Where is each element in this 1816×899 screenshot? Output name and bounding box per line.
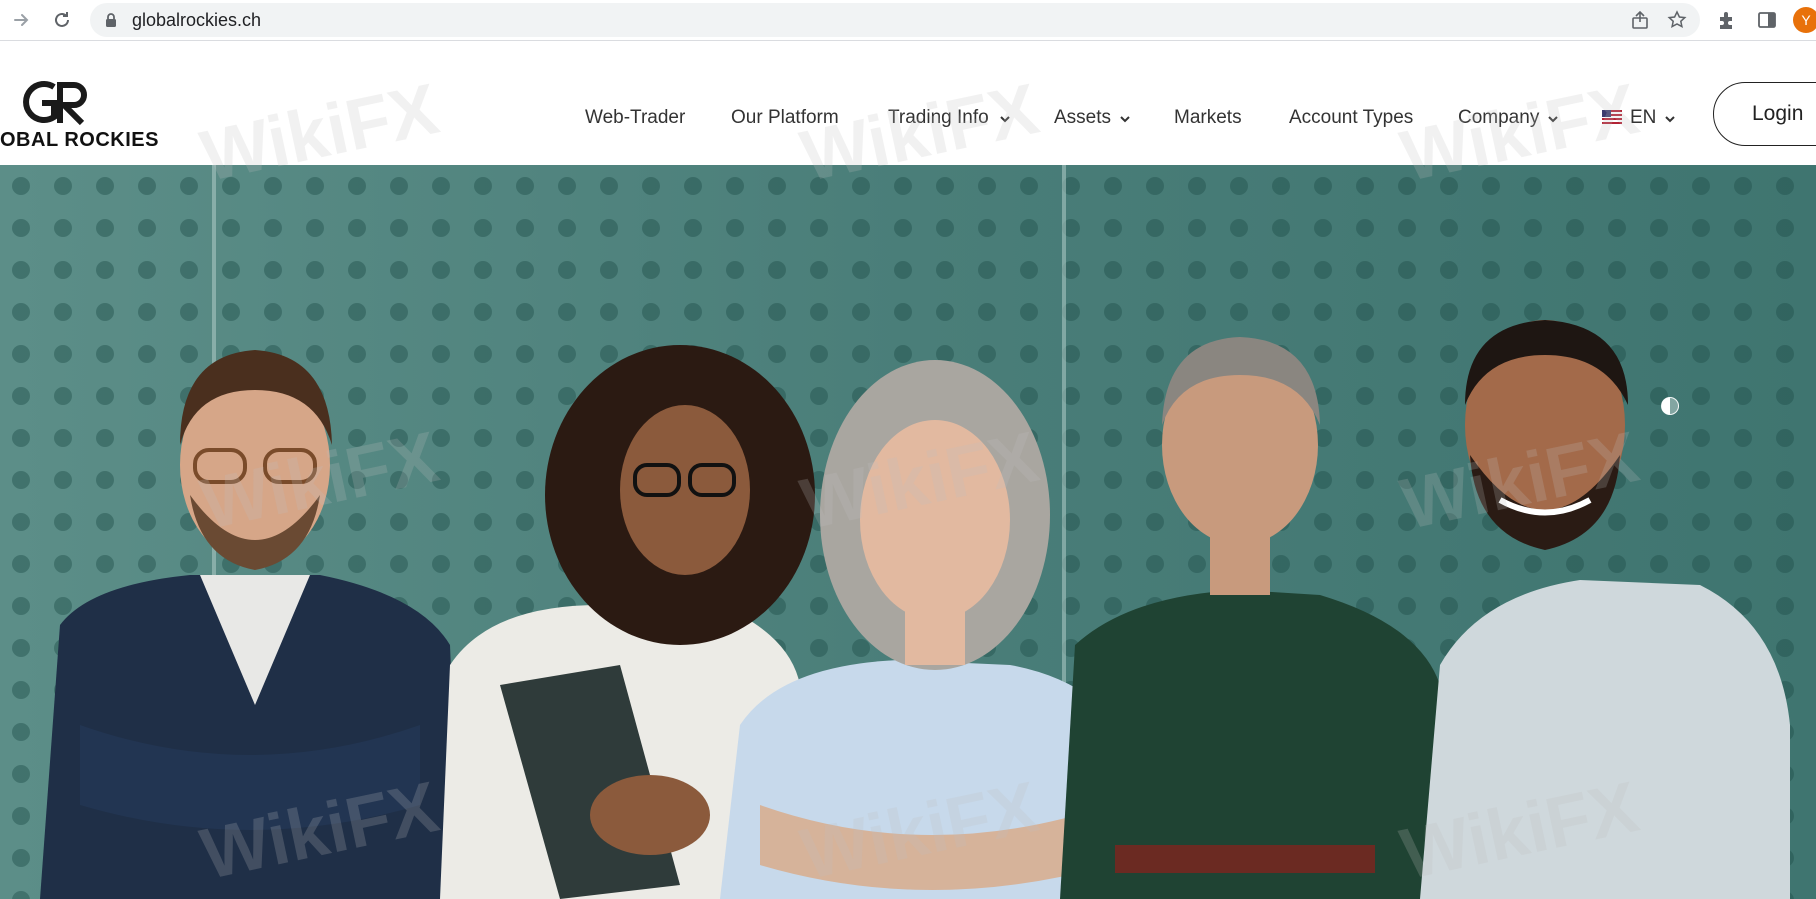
nav-account-types[interactable]: Account Types (1289, 103, 1413, 133)
reload-icon[interactable] (48, 7, 76, 33)
team-photo (0, 165, 1816, 899)
main-nav: Web-Trader Our Platform Trading Info Ass… (0, 103, 1816, 133)
chevron-down-icon[interactable] (1118, 112, 1132, 126)
chevron-down-icon[interactable] (1546, 112, 1560, 126)
chevron-down-icon[interactable] (998, 112, 1012, 126)
hero-image (0, 165, 1816, 899)
lock-icon[interactable] (104, 13, 118, 27)
language-selector[interactable]: EN (1630, 103, 1656, 133)
site-header: OBAL ROCKIES Web-Trader Our Platform Tra… (0, 41, 1816, 165)
chevron-down-icon[interactable] (1663, 112, 1677, 126)
url-text[interactable]: globalrockies.ch (132, 3, 261, 37)
browser-toolbar: globalrockies.ch Y (0, 0, 1816, 41)
address-bar[interactable]: globalrockies.ch (90, 3, 1700, 37)
nav-markets[interactable]: Markets (1174, 103, 1242, 133)
carousel-indicator[interactable] (1661, 397, 1679, 415)
bookmark-star-icon[interactable] (1667, 10, 1687, 30)
nav-our-platform[interactable]: Our Platform (731, 103, 839, 133)
nav-trading-info[interactable]: Trading Info (888, 103, 989, 133)
login-button[interactable]: Login (1713, 82, 1816, 146)
nav-web-trader[interactable]: Web-Trader (585, 103, 685, 133)
nav-company[interactable]: Company (1458, 103, 1539, 133)
extensions-icon[interactable] (1716, 9, 1738, 31)
profile-avatar[interactable]: Y (1793, 7, 1816, 33)
nav-assets[interactable]: Assets (1054, 103, 1111, 133)
share-icon[interactable] (1630, 10, 1650, 30)
side-panel-icon[interactable] (1756, 9, 1778, 31)
us-flag-icon[interactable] (1602, 110, 1622, 124)
forward-icon[interactable] (8, 7, 36, 33)
